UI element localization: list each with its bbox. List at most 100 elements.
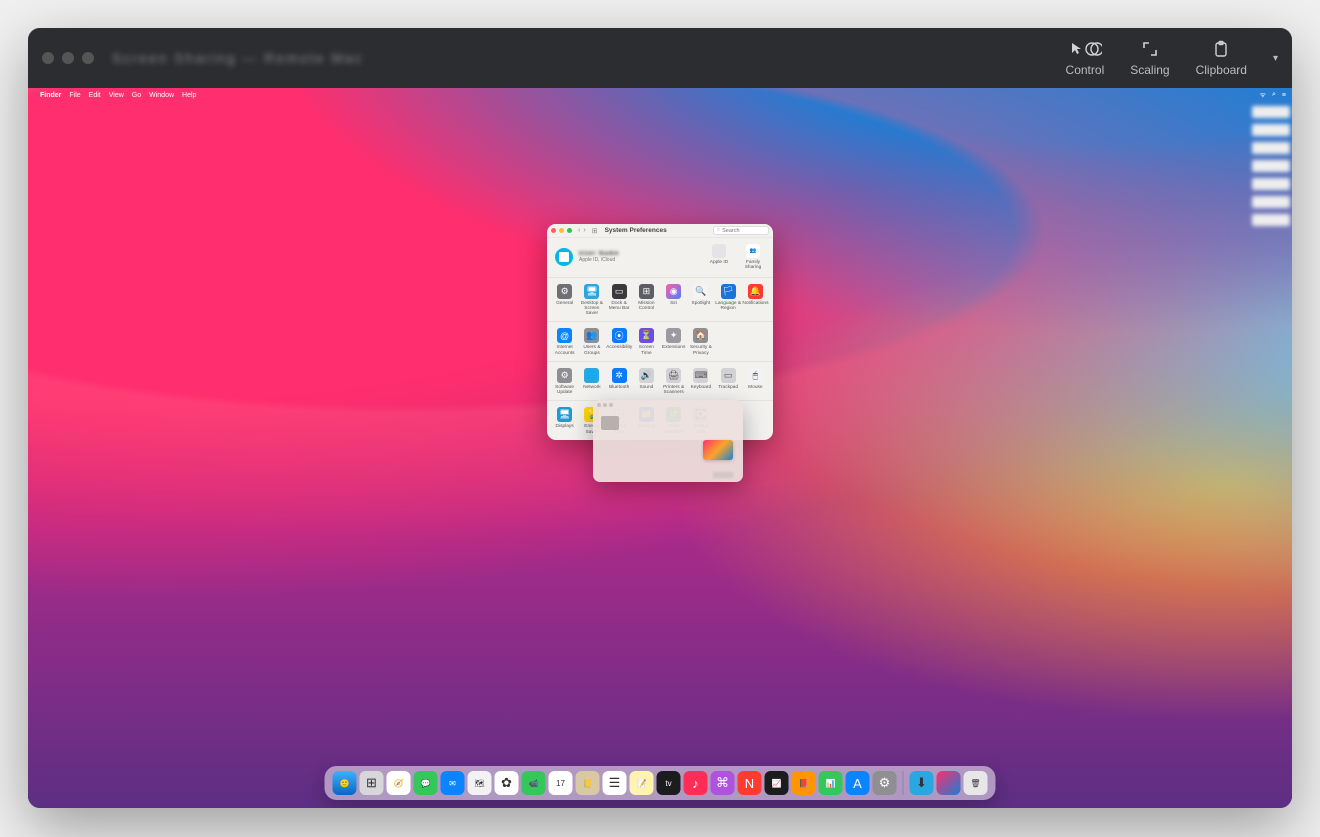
control-mode-button[interactable]: Control xyxy=(1066,39,1105,77)
minimize-icon[interactable] xyxy=(62,52,74,64)
macos-menubar[interactable]: Finder File Edit View Go Window Help ᯤ ⌕… xyxy=(28,88,1292,102)
pref-mission-control[interactable]: ⊞Mission Control xyxy=(633,282,660,320)
file-thumbnail[interactable] xyxy=(703,440,733,460)
remote-desktop-viewport[interactable]: Finder File Edit View Go Window Help ᯤ ⌕… xyxy=(28,88,1292,808)
header-family-sharing[interactable]: 👥Family Sharing xyxy=(741,244,765,271)
dock-music[interactable]: ♪ xyxy=(684,771,708,795)
pref-accessibility[interactable]: ⦿Accessibility xyxy=(606,326,633,359)
dock-launchpad[interactable]: ⊞ xyxy=(360,771,384,795)
pref-label: Screen Time xyxy=(633,345,659,356)
back-button[interactable]: ‹ xyxy=(578,227,580,235)
security-privacy-icon: 🏠 xyxy=(693,328,708,343)
dock-maps[interactable]: 🗺 xyxy=(468,771,492,795)
grid-view-icon[interactable]: ⊞ xyxy=(592,227,598,235)
pref-sound[interactable]: 🔊Sound xyxy=(633,366,660,399)
sysprefs-traffic-lights[interactable] xyxy=(551,228,572,233)
menu-file[interactable]: File xyxy=(69,92,80,99)
dock-podcasts[interactable]: ⌘ xyxy=(711,771,735,795)
minimize-icon[interactable] xyxy=(559,228,564,233)
dock-appstore[interactable]: A xyxy=(846,771,870,795)
dock-photos[interactable]: ✿ xyxy=(495,771,519,795)
pref-displays[interactable]: 🖥Displays xyxy=(551,405,578,438)
pref-desktop-screen-saver[interactable]: 🖥Desktop & Screen Saver xyxy=(578,282,605,320)
pref-trackpad[interactable]: ▭ Trackpad xyxy=(715,366,742,399)
pref-label: Extensions xyxy=(662,345,685,350)
spotlight-icon: 🔍 xyxy=(693,284,708,299)
outer-traffic-lights[interactable] xyxy=(42,52,94,64)
chevron-down-icon[interactable]: ▾ xyxy=(1273,53,1278,64)
sysprefs-account-header[interactable]: User Name Apple ID, iCloud Apple ID👥Fami… xyxy=(547,238,773,277)
dock-contacts[interactable]: 📒 xyxy=(576,771,600,795)
pref-general[interactable]: ⚙General xyxy=(551,282,578,320)
pref-software-update[interactable]: ⚙Software Update xyxy=(551,366,578,399)
pref-security-privacy[interactable]: 🏠Security & Privacy xyxy=(687,326,714,359)
dock-notes[interactable]: 📝 xyxy=(630,771,654,795)
pref-screen-time[interactable]: ⏳Screen Time xyxy=(633,326,660,359)
sysprefs-nav[interactable]: ‹ › ⊞ xyxy=(578,227,598,235)
sysprefs-toolbar[interactable]: ‹ › ⊞ System Preferences ⌕ xyxy=(547,224,773,238)
menubar-status-area[interactable]: ᯤ ⌕ ≡ xyxy=(1260,91,1286,100)
pref-bluetooth[interactable]: ✲Bluetooth xyxy=(606,366,633,399)
dock[interactable]: 🙂⊞🧭💬✉︎🗺✿📹17📒☰📝tv♪⌘N📈📕📊A⚙ ⬇ 🗑 xyxy=(325,766,996,800)
pref-spotlight[interactable]: 🔍 Spotlight xyxy=(687,282,714,320)
scaling-button[interactable]: Scaling xyxy=(1130,39,1169,77)
clipboard-button[interactable]: Clipboard xyxy=(1196,39,1247,77)
menu-go[interactable]: Go xyxy=(132,92,141,99)
pref-printers-scanners[interactable]: 🖨Printers & Scanners xyxy=(660,366,687,399)
dock-calendar[interactable]: 17 xyxy=(549,771,573,795)
outer-titlebar[interactable]: Screen Sharing — Remote Mac Control Scal… xyxy=(28,28,1292,88)
header-item-label: Apple ID xyxy=(710,260,728,265)
zoom-icon[interactable] xyxy=(82,52,94,64)
close-icon[interactable] xyxy=(42,52,54,64)
pref-label: Network xyxy=(583,385,601,390)
pref-dock-menu-bar[interactable]: ▭Dock & Menu Bar xyxy=(606,282,633,320)
dock-messages[interactable]: 💬 xyxy=(414,771,438,795)
dock-books[interactable]: 📕 xyxy=(792,771,816,795)
forward-button[interactable]: › xyxy=(583,227,585,235)
pref-mouse[interactable]: 🖱Mouse xyxy=(742,366,769,399)
pref-network[interactable]: 🌐Network xyxy=(578,366,605,399)
search-input[interactable] xyxy=(722,228,765,234)
menu-view[interactable]: View xyxy=(109,92,124,99)
zoom-icon[interactable] xyxy=(567,228,572,233)
dock-mail[interactable]: ✉︎ xyxy=(441,771,465,795)
pref-users-groups[interactable]: 👥Users & Groups xyxy=(578,326,605,359)
prefs-row: ⚙Software Update🌐Network✲Bluetooth🔊Sound… xyxy=(547,361,773,401)
pref-label: Spotlight xyxy=(692,301,711,306)
avatar[interactable] xyxy=(555,248,573,266)
dock-numbers[interactable]: 📊 xyxy=(819,771,843,795)
folder-icon[interactable] xyxy=(601,416,619,430)
pref-internet-accounts[interactable]: @Internet Accounts xyxy=(551,326,578,359)
close-icon[interactable] xyxy=(551,228,556,233)
menu-help[interactable]: Help xyxy=(182,92,196,99)
dock-screenshot[interactable] xyxy=(937,771,961,795)
dock-downloads[interactable]: ⬇ xyxy=(910,771,934,795)
menu-edit[interactable]: Edit xyxy=(89,92,101,99)
pref-siri[interactable]: ◉Siri xyxy=(660,282,687,320)
dock-trash[interactable]: 🗑 xyxy=(964,771,988,795)
pref-label: Trackpad xyxy=(718,385,738,390)
menu-window[interactable]: Window xyxy=(149,92,174,99)
dock-safari[interactable]: 🧭 xyxy=(387,771,411,795)
menubar-app-name[interactable]: Finder xyxy=(40,92,61,99)
dock-stocks[interactable]: 📈 xyxy=(765,771,789,795)
secondary-window[interactable] xyxy=(593,400,743,482)
dock-facetime[interactable]: 📹 xyxy=(522,771,546,795)
status-icon[interactable]: ᯤ xyxy=(1260,91,1266,100)
pref-keyboard[interactable]: ⌨Keyboard xyxy=(687,366,714,399)
dock-reminders[interactable]: ☰ xyxy=(603,771,627,795)
pref-language-region[interactable]: 🏳Language & Region xyxy=(715,282,742,320)
header-apple-id[interactable]: Apple ID xyxy=(707,244,731,271)
dock-settings[interactable]: ⚙ xyxy=(873,771,897,795)
pref-label: Keyboard xyxy=(691,385,712,390)
pref-notifications[interactable]: 🔔Notifications xyxy=(742,282,769,320)
search-icon[interactable]: ⌕ xyxy=(1272,91,1276,99)
dock-tv[interactable]: tv xyxy=(657,771,681,795)
trackpad-icon: ▭ xyxy=(721,368,736,383)
dock-news[interactable]: N xyxy=(738,771,762,795)
dock-finder[interactable]: 🙂 xyxy=(333,771,357,795)
control-center-icon[interactable]: ≡ xyxy=(1282,92,1286,99)
pref-extensions[interactable]: ✦Extensions xyxy=(660,326,687,359)
sysprefs-search[interactable]: ⌕ xyxy=(713,226,769,235)
secondary-window-titlebar[interactable] xyxy=(593,400,743,410)
